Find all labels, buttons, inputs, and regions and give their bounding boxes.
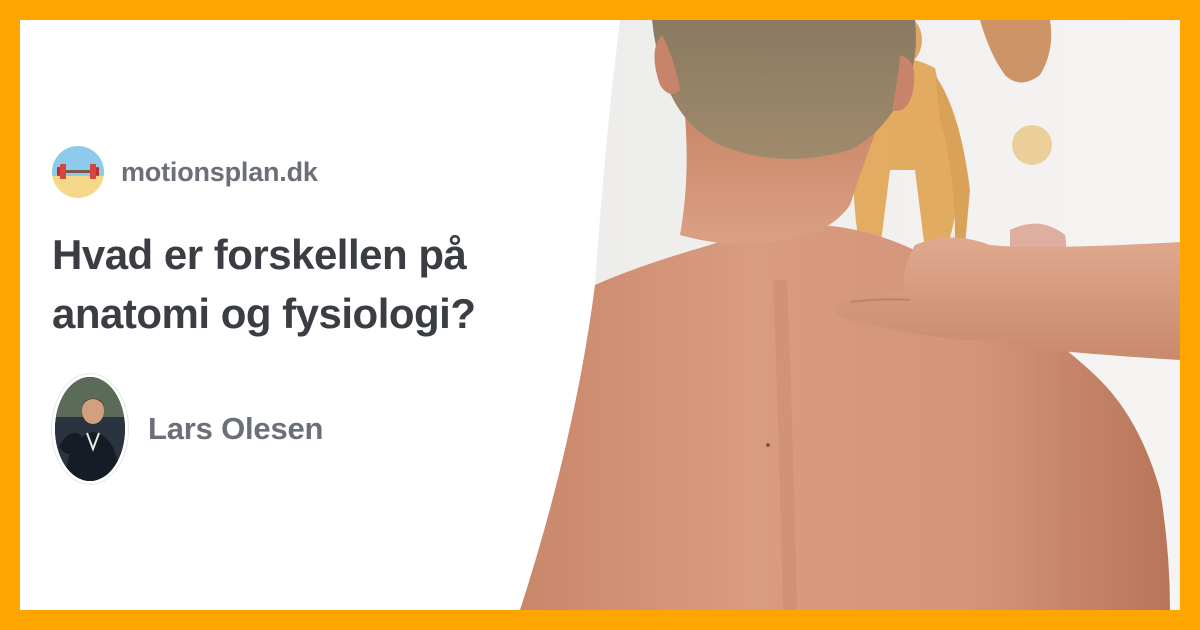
article-title[interactable]: Hvad er forskellen på anatomi og fysiolo… — [52, 225, 522, 343]
dumbbell-beach-icon — [52, 146, 104, 198]
share-card: motionsplan.dk Hvad er forskellen på ana… — [20, 20, 1180, 610]
author-name: Lars Olesen — [148, 411, 324, 446]
author-avatar — [52, 374, 128, 484]
site-brand[interactable]: motionsplan.dk — [52, 146, 318, 198]
site-name: motionsplan.dk — [121, 156, 318, 187]
author-byline[interactable]: Lars Olesen — [52, 374, 323, 484]
